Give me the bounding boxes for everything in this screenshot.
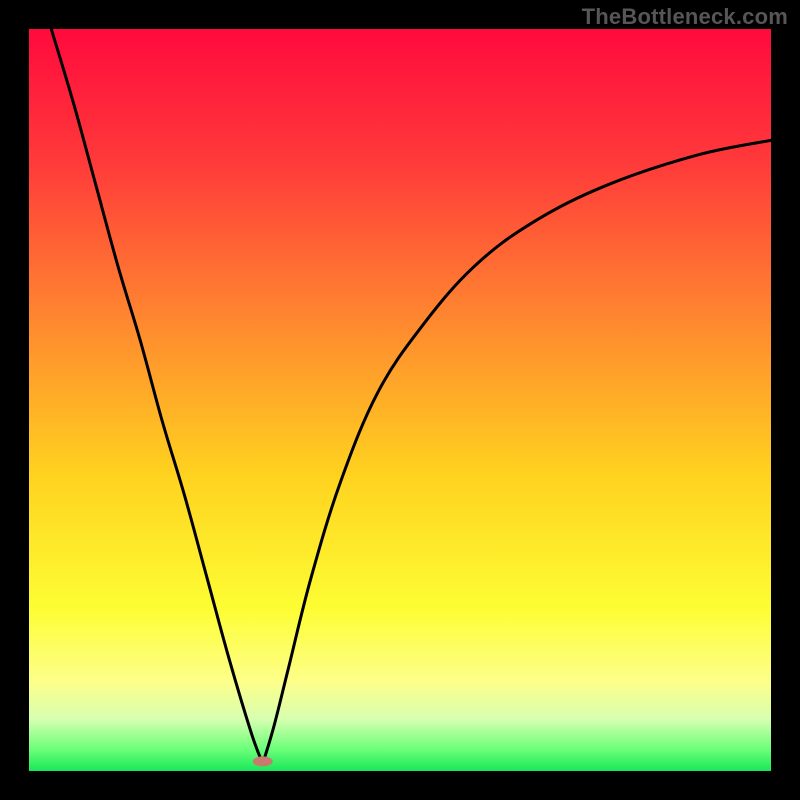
watermark-text: TheBottleneck.com <box>582 4 788 30</box>
apex-marker <box>253 756 273 766</box>
gradient-background <box>29 29 771 771</box>
plot-area <box>29 29 771 771</box>
chart-frame: TheBottleneck.com <box>0 0 800 800</box>
chart-svg <box>29 29 771 771</box>
